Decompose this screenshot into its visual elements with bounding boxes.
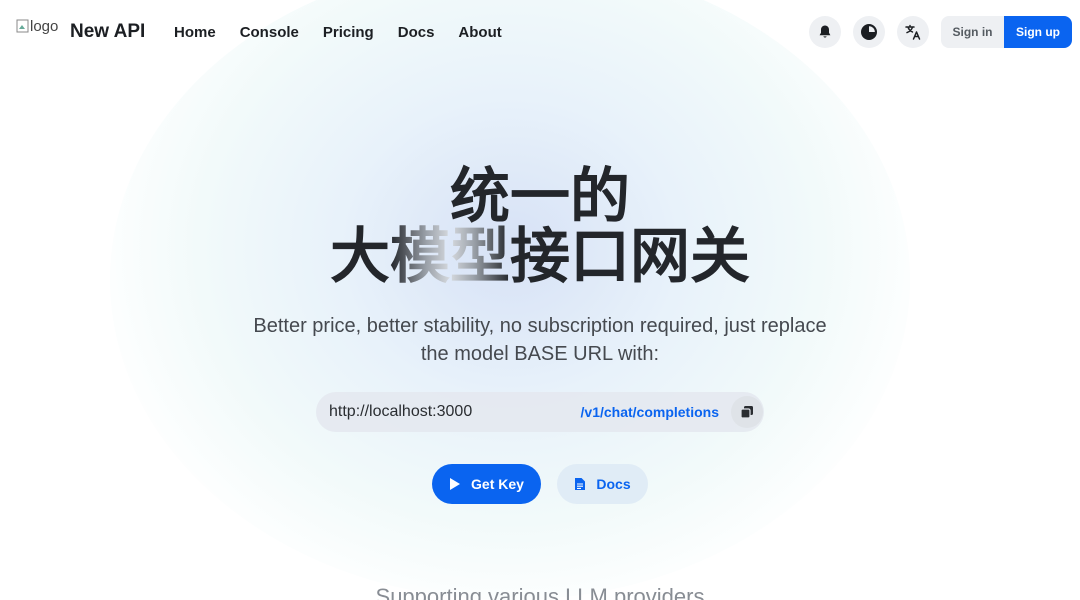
hero-subtitle: Better price, better stability, no subsc… — [253, 315, 827, 365]
bell-icon — [819, 25, 831, 38]
nav-pricing[interactable]: Pricing — [323, 24, 374, 41]
base-url-text[interactable]: http://localhost:3000 — [329, 403, 472, 421]
endpoint-path[interactable]: /v1/chat/completions — [581, 404, 719, 420]
logo-image: logo — [16, 16, 62, 36]
nav-about[interactable]: About — [458, 24, 501, 41]
sign-in-button[interactable]: Sign in — [941, 16, 1004, 48]
hero-title-part-b: 接口网关 — [510, 222, 750, 292]
get-key-label: Get Key — [471, 476, 524, 492]
document-icon — [575, 478, 586, 490]
docs-label: Docs — [596, 476, 631, 492]
moon-icon — [861, 24, 877, 40]
hero-background-glow — [110, 0, 910, 600]
logo-alt-text: logo — [30, 17, 59, 35]
hero-title-gradient-part: 模型 — [390, 222, 510, 292]
get-key-button[interactable]: Get Key — [432, 464, 541, 504]
providers-heading: Supporting various LLM providers — [375, 584, 705, 600]
nav-home[interactable]: Home — [174, 24, 216, 41]
brand-name[interactable]: New API — [70, 21, 145, 43]
broken-image-icon — [16, 19, 29, 33]
logo[interactable]: logo — [16, 16, 62, 36]
base-url-box: http://localhost:3000 /v1/chat/completio… — [316, 392, 764, 432]
hero-title-line1: 统一的 — [450, 162, 630, 232]
theme-toggle-button[interactable] — [853, 16, 885, 48]
main-nav: Home Console Pricing Docs About — [174, 24, 502, 41]
top-navbar: logo New API Home Console Pricing Docs A… — [0, 0, 1080, 64]
nav-console[interactable]: Console — [240, 24, 299, 41]
copy-icon — [740, 406, 753, 419]
translate-icon — [905, 24, 921, 40]
notifications-button[interactable] — [809, 16, 841, 48]
nav-docs[interactable]: Docs — [398, 24, 435, 41]
language-button[interactable] — [897, 16, 929, 48]
copy-url-button[interactable] — [731, 396, 763, 428]
docs-button[interactable]: Docs — [557, 464, 648, 504]
play-icon — [450, 478, 461, 490]
hero-title-line2: 大模型接口网关 — [0, 226, 1080, 288]
sign-up-button[interactable]: Sign up — [1004, 16, 1072, 48]
hero-title-part-a: 大 — [330, 222, 390, 292]
